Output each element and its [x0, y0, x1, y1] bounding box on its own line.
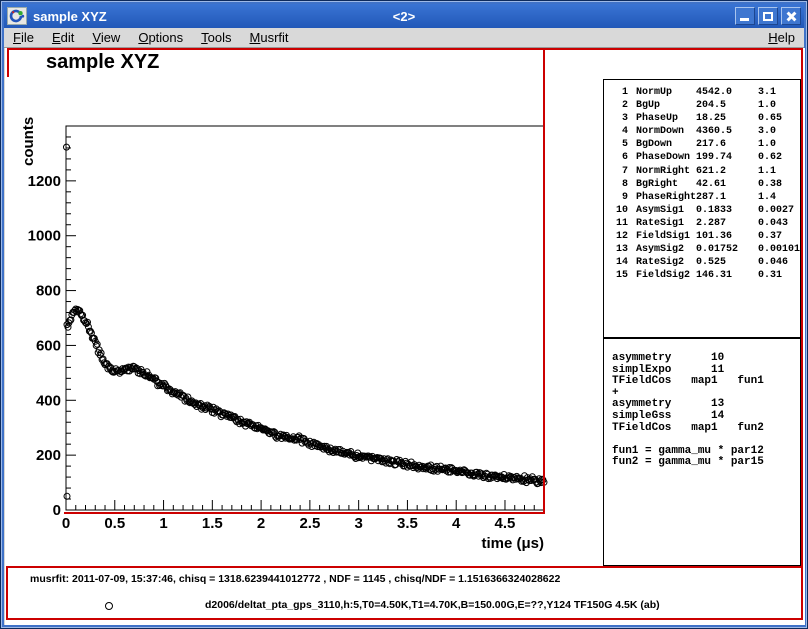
parameter-row: 4NormDown4360.53.0 — [612, 126, 800, 139]
svg-text:1.5: 1.5 — [202, 515, 223, 532]
svg-text:2.5: 2.5 — [299, 515, 320, 532]
menu-item-file[interactable]: File — [4, 29, 43, 46]
musrfit-window: sample XYZ <2> FileEditViewOptionsToolsM… — [0, 0, 808, 629]
app-icon[interactable] — [7, 7, 27, 25]
parameter-row: 14RateSig20.5250.046 — [612, 257, 800, 270]
window-title: sample XYZ — [33, 9, 107, 24]
parameter-box[interactable]: 1NormUp4542.03.12BgUp204.51.03PhaseUp18.… — [603, 79, 801, 338]
menu-item-musrfit[interactable]: Musrfit — [241, 29, 298, 46]
parameter-row: 11RateSig12.2870.043 — [612, 218, 800, 231]
data-points — [64, 144, 548, 499]
canvas-highlight-top — [7, 48, 802, 50]
legend-run-text: d2006/deltat_pta_gps_3110,h:5,T0=4.50K,T… — [205, 599, 660, 611]
parameter-row: 2BgUp204.51.0 — [612, 100, 800, 113]
svg-text:0.5: 0.5 — [104, 515, 125, 532]
svg-text:1000: 1000 — [28, 228, 61, 245]
menu-item-tools[interactable]: Tools — [192, 29, 240, 46]
parameter-row: 6PhaseDown199.740.62 — [612, 152, 800, 165]
x-axis-label: time (μs) — [481, 535, 544, 552]
menu-item-view[interactable]: View — [83, 29, 129, 46]
canvas-highlight-right — [801, 48, 803, 620]
pad-highlight-bottom — [64, 512, 545, 514]
parameter-row: 1NormUp4542.03.1 — [612, 87, 800, 100]
legend-open-circle-icon — [105, 602, 113, 610]
parameter-row: 12FieldSig1101.360.37 — [612, 231, 800, 244]
svg-text:600: 600 — [36, 337, 61, 354]
titlebar[interactable]: sample XYZ <2> — [4, 4, 804, 28]
root-canvas[interactable]: sample XYZ 02004006008001000120000.511.5… — [5, 48, 805, 625]
y-axis-label: counts — [20, 117, 37, 166]
theory-text: asymmetry 10 simplExpo 11 TFieldCos map1… — [612, 353, 800, 469]
menubar: FileEditViewOptionsToolsMusrfit Help — [4, 28, 804, 48]
parameter-row: 9PhaseRight287.11.4 — [612, 192, 800, 205]
svg-text:0: 0 — [53, 502, 61, 519]
pad-highlight-right — [543, 48, 545, 514]
parameter-row: 13AsymSig20.017520.00101 — [612, 244, 800, 257]
svg-text:1: 1 — [159, 515, 167, 532]
workspace-indicator: <2> — [4, 9, 804, 24]
close-button[interactable] — [781, 7, 801, 25]
menu-item-options[interactable]: Options — [129, 29, 192, 46]
parameter-row: 10AsymSig10.18330.0027 — [612, 205, 800, 218]
parameter-row: 3PhaseUp18.250.65 — [612, 113, 800, 126]
svg-text:400: 400 — [36, 392, 61, 409]
parameter-row: 8BgRight42.610.38 — [612, 179, 800, 192]
svg-text:1200: 1200 — [28, 173, 61, 190]
maximize-icon — [763, 12, 773, 21]
minimize-button[interactable] — [735, 7, 755, 25]
theory-box[interactable]: asymmetry 10 simplExpo 11 TFieldCos map1… — [603, 338, 801, 566]
info-pad[interactable]: musrfit: 2011-07-09, 15:37:46, chisq = 1… — [6, 566, 803, 620]
svg-text:2: 2 — [257, 515, 265, 532]
svg-text:800: 800 — [36, 283, 61, 300]
canvas-highlight-left — [7, 48, 9, 77]
svg-text:4: 4 — [452, 515, 461, 532]
svg-text:4.5: 4.5 — [495, 515, 516, 532]
minimize-icon — [740, 18, 749, 21]
parameter-row: 5BgDown217.61.0 — [612, 139, 800, 152]
svg-text:0: 0 — [62, 515, 70, 532]
menu-item-help[interactable]: Help — [759, 29, 804, 46]
root-logo-icon — [9, 9, 25, 23]
parameter-row: 15FieldSig2146.310.31 — [612, 270, 800, 283]
menu-item-edit[interactable]: Edit — [43, 29, 83, 46]
parameter-row: 7NormRight621.21.1 — [612, 166, 800, 179]
fit-info-text: musrfit: 2011-07-09, 15:37:46, chisq = 1… — [30, 573, 560, 585]
svg-text:3.5: 3.5 — [397, 515, 418, 532]
maximize-button[interactable] — [758, 7, 778, 25]
svg-text:200: 200 — [36, 447, 61, 464]
svg-text:3: 3 — [354, 515, 362, 532]
